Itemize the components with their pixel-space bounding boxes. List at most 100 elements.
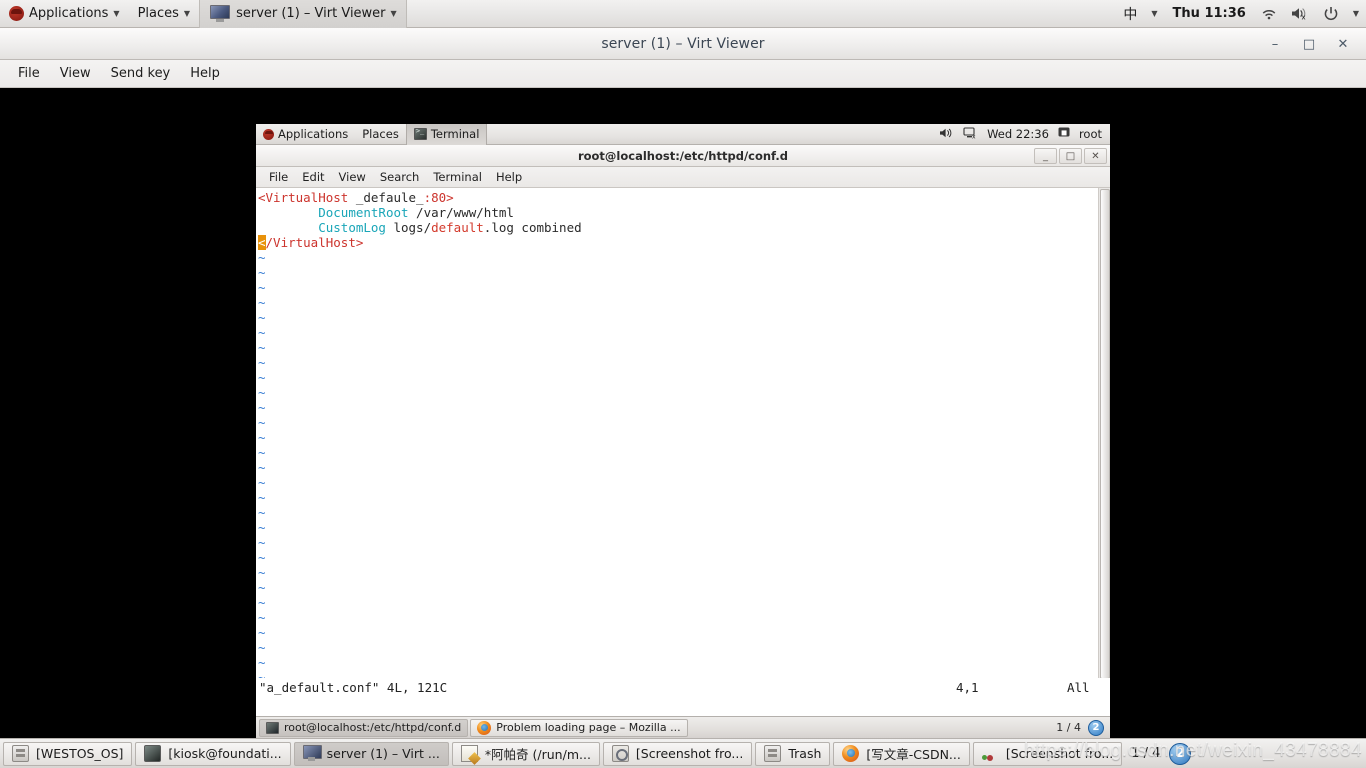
network-icon[interactable]: x	[963, 126, 978, 142]
vim-token	[258, 220, 318, 235]
host-taskbar-task-label: *阿帕奇 (/run/m...	[484, 747, 591, 762]
terminal-icon	[144, 745, 162, 762]
vim-filler-line: ~	[258, 580, 266, 595]
guest-display-area[interactable]: Applications Places Terminal	[0, 89, 1366, 738]
guest-places-menu[interactable]: Places	[355, 124, 406, 145]
gimp-icon	[981, 745, 999, 762]
host-taskbar-task[interactable]: server (1) – Virt ...	[293, 741, 449, 766]
vim-filler-line: ~	[258, 520, 266, 535]
host-taskbar-task[interactable]: [kiosk@foundati...	[135, 741, 291, 766]
input-method-indicator[interactable]: 中	[1116, 0, 1144, 28]
close-button[interactable]: ✕	[1326, 28, 1360, 60]
system-menu-dropdown[interactable]: ▼	[1346, 0, 1366, 28]
terminal-body[interactable]: <VirtualHost _defaule_:80> DocumentRoot …	[256, 188, 1110, 696]
menu-send-key[interactable]: Send key	[101, 60, 181, 88]
host-applications-label: Applications	[29, 6, 109, 21]
vim-filler-line: ~	[258, 310, 266, 325]
chevron-down-icon: ▼	[1352, 8, 1359, 18]
terminal-window-controls: _ □ ✕	[1033, 145, 1108, 167]
terminal-minimize-button[interactable]: _	[1034, 148, 1057, 164]
guest-top-panel: Applications Places Terminal	[256, 123, 1110, 145]
firefox-icon	[477, 720, 492, 735]
vim-token: <VirtualHost	[258, 190, 349, 205]
guest-user-label[interactable]: root	[1079, 127, 1102, 141]
vim-filler-line: ~	[258, 490, 266, 505]
guest-taskbar-task[interactable]: Problem loading page – Mozilla ...	[470, 718, 688, 737]
power-icon[interactable]	[1316, 0, 1346, 28]
guest-workspace-indicator[interactable]: 1 / 4	[1056, 721, 1086, 734]
host-active-window-menu[interactable]: server (1) – Virt Viewer ▼	[199, 0, 407, 28]
vim-filler-line: ~	[258, 505, 266, 520]
vim-token: /var/www/html	[408, 205, 514, 220]
terminal-menubar: File Edit View Search Terminal Help	[256, 167, 1110, 188]
vim-filler-line: ~	[258, 385, 266, 400]
host-applications-menu[interactable]: Applications ▼	[0, 0, 129, 28]
menu-help[interactable]: Help	[180, 60, 230, 88]
guest-taskbar-task[interactable]: root@localhost:/etc/httpd/conf.d	[259, 718, 469, 737]
vim-filler-line: ~	[258, 460, 266, 475]
terminal-close-button[interactable]: ✕	[1084, 148, 1107, 164]
guest-applications-menu[interactable]: Applications	[256, 124, 355, 145]
menu-file[interactable]: File	[8, 60, 50, 88]
vim-token: _defaule_	[348, 190, 424, 205]
terminal-scrollbar-thumb[interactable]	[1100, 189, 1110, 679]
guest-desktop: Applications Places Terminal	[256, 123, 1110, 738]
guest-active-app[interactable]: Terminal	[405, 123, 488, 145]
virt-viewer-window: server (1) – Virt Viewer – □ ✕ File View…	[0, 28, 1366, 738]
virt-viewer-titlebar[interactable]: server (1) – Virt Viewer – □ ✕	[0, 28, 1366, 60]
guest-workspace-badge[interactable]: 2	[1088, 719, 1104, 736]
user-icon: ■	[1058, 127, 1070, 141]
host-taskbar-task[interactable]: [WESTOS_OS]	[3, 741, 133, 766]
host-taskbar: [WESTOS_OS] [kiosk@foundati... server (1) …	[0, 738, 1366, 768]
archive-icon	[764, 745, 782, 762]
svg-text:x: x	[972, 133, 976, 139]
volume-muted-icon[interactable]: x	[1284, 0, 1316, 28]
volume-muted-glyph: x	[1291, 8, 1306, 21]
vim-token: :80>	[423, 190, 454, 205]
terminal-menu-help[interactable]: Help	[489, 167, 529, 188]
guest-clock[interactable]: Wed 22:36	[987, 127, 1049, 141]
minimize-button[interactable]: –	[1258, 28, 1292, 60]
terminal-scrollbar[interactable]	[1098, 188, 1110, 696]
vim-status-scroll: All	[1067, 679, 1090, 695]
vim-token: logs/	[385, 220, 432, 235]
terminal-maximize-button[interactable]: □	[1059, 148, 1082, 164]
terminal-menu-view[interactable]: View	[332, 167, 373, 188]
terminal-window: root@localhost:/etc/httpd/conf.d _ □ ✕ F…	[256, 145, 1110, 716]
terminal-icon	[413, 127, 427, 140]
terminal-menu-file[interactable]: File	[262, 167, 295, 188]
vim-filler-line: ~	[258, 415, 266, 430]
host-taskbar-task[interactable]: Trash	[755, 741, 831, 766]
host-workspace-indicator[interactable]: 1 / 4	[1125, 746, 1166, 761]
terminal-menu-edit[interactable]: Edit	[295, 167, 331, 188]
vim-filler-line: ~	[258, 250, 266, 265]
terminal-titlebar[interactable]: root@localhost:/etc/httpd/conf.d _ □ ✕	[256, 145, 1110, 167]
host-taskbar-task[interactable]: [Screenshot fro...	[972, 741, 1123, 766]
vim-line: </VirtualHost>	[258, 235, 582, 250]
host-taskbar-task[interactable]: [写文章-CSDN...	[833, 741, 970, 766]
host-clock[interactable]: Thu 11:36	[1165, 6, 1254, 21]
host-taskbar-task[interactable]: *阿帕奇 (/run/m...	[451, 741, 600, 766]
virt-viewer-window-controls: – □ ✕	[1258, 28, 1360, 60]
vim-filler-line: ~	[258, 625, 266, 640]
maximize-button[interactable]: □	[1292, 28, 1326, 60]
wifi-icon[interactable]	[1254, 0, 1284, 28]
terminal-menu-search[interactable]: Search	[373, 167, 427, 188]
host-taskbar-task[interactable]: [Screenshot fro...	[602, 741, 753, 766]
vim-filler-line: ~	[258, 535, 266, 550]
volume-icon[interactable]	[939, 127, 954, 142]
vim-token	[258, 205, 318, 220]
host-top-panel: Applications ▼ Places ▼ server (1) – Vir…	[0, 0, 1366, 28]
vim-buffer[interactable]: <VirtualHost _defaule_:80> DocumentRoot …	[258, 190, 582, 696]
menu-view[interactable]: View	[50, 60, 101, 88]
vim-status-position: 4,1	[956, 679, 979, 695]
input-method-dropdown[interactable]: ▼	[1144, 0, 1164, 28]
host-places-label: Places	[137, 6, 179, 21]
monitor-icon	[302, 745, 322, 762]
guest-taskbar-task-label: root@localhost:/etc/httpd/conf.d	[284, 721, 462, 734]
host-places-menu[interactable]: Places ▼	[129, 0, 200, 28]
host-workspace-badge[interactable]: 2	[1169, 742, 1192, 765]
vim-token: <	[258, 235, 266, 250]
terminal-menu-terminal[interactable]: Terminal	[426, 167, 489, 188]
vim-token: .log combined	[483, 220, 582, 235]
